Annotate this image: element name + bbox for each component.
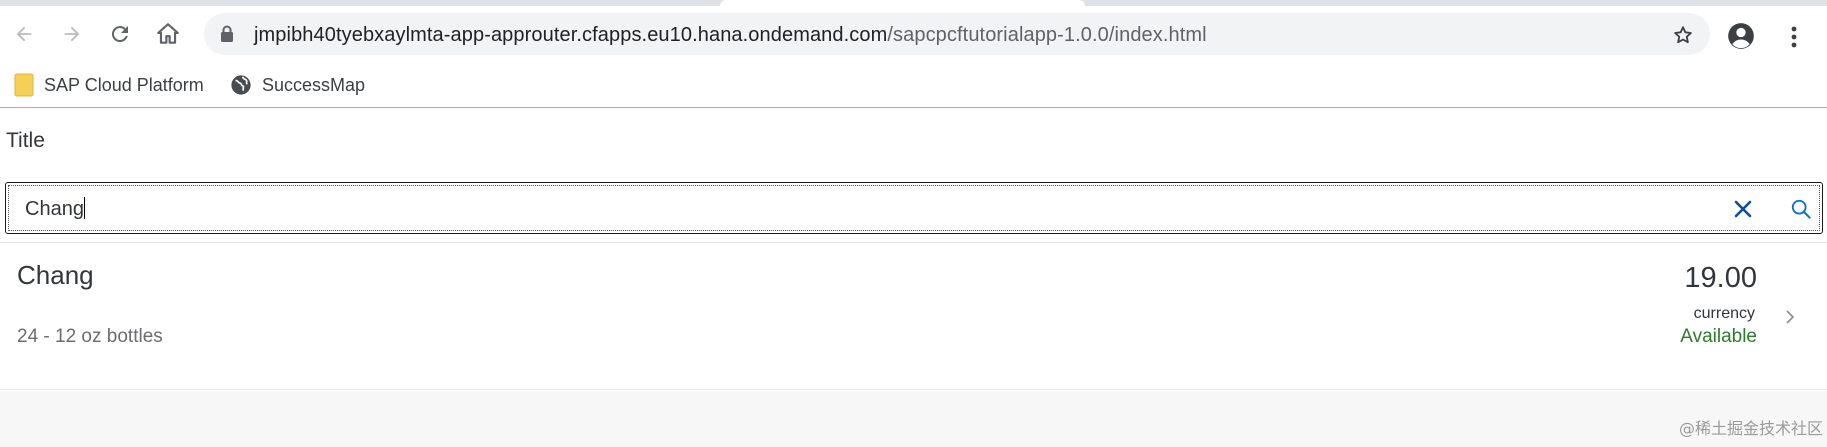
url-text: jmpibh40tyebxaylmta-app-approuter.cfapps… bbox=[254, 24, 1207, 47]
star-icon bbox=[1674, 26, 1692, 44]
lock-icon bbox=[220, 25, 234, 48]
product-price: 19.00 bbox=[1684, 262, 1757, 294]
search-input[interactable]: Chang bbox=[25, 197, 85, 221]
search-icon bbox=[1791, 199, 1811, 219]
address-bar[interactable]: jmpibh40tyebxaylmta-app-approuter.cfapps… bbox=[204, 13, 1710, 55]
url-host: jmpibh40tyebxaylmta-app-approuter.cfapps… bbox=[254, 24, 888, 46]
globe-icon bbox=[231, 75, 251, 95]
list-divider bbox=[0, 242, 1827, 243]
product-name: Chang bbox=[17, 260, 94, 290]
back-icon bbox=[16, 26, 32, 42]
folder-icon bbox=[14, 73, 34, 97]
app-page: Title Chang Chang 24 - 12 oz bottles 19.… bbox=[0, 109, 1827, 447]
product-description: 24 - 12 oz bottles bbox=[17, 326, 163, 347]
profile-button[interactable] bbox=[1727, 22, 1757, 52]
chevron-right-icon bbox=[1781, 306, 1799, 328]
bookmark-successmap[interactable]: SuccessMap bbox=[230, 70, 365, 100]
back-button[interactable] bbox=[8, 18, 40, 50]
bookmark-label: SAP Cloud Platform bbox=[44, 74, 204, 95]
search-value: Chang bbox=[25, 198, 84, 220]
search-field[interactable]: Chang bbox=[5, 182, 1823, 234]
text-caret bbox=[83, 197, 85, 219]
bookmark-sap-cloud-platform[interactable]: SAP Cloud Platform bbox=[14, 70, 204, 100]
bookmarks-bar: SAP Cloud Platform SuccessMap bbox=[0, 62, 1827, 108]
clear-search-button[interactable] bbox=[1729, 195, 1757, 223]
reload-button[interactable] bbox=[104, 18, 136, 50]
price-unit: currency bbox=[1693, 305, 1755, 322]
bookmark-star-button[interactable] bbox=[1670, 22, 1696, 48]
watermark: @稀土掘金技术社区 bbox=[1678, 419, 1823, 438]
list-item[interactable]: Chang 24 - 12 oz bottles 19.00 currency … bbox=[0, 246, 1827, 390]
status-available: Available bbox=[1680, 326, 1757, 347]
page-footer: @稀土掘金技术社区 bbox=[0, 391, 1827, 447]
forward-icon bbox=[64, 26, 80, 42]
profile-icon bbox=[1728, 23, 1754, 49]
browser-toolbar: jmpibh40tyebxaylmta-app-approuter.cfapps… bbox=[0, 6, 1827, 62]
search-button[interactable] bbox=[1786, 195, 1816, 223]
home-button[interactable] bbox=[152, 18, 184, 50]
url-path: /sapcpcftutorialapp-1.0.0/index.html bbox=[887, 24, 1207, 46]
page-title: Title bbox=[6, 129, 45, 152]
menu-icon bbox=[1791, 26, 1797, 48]
home-icon bbox=[157, 23, 179, 44]
reload-icon bbox=[111, 26, 128, 43]
browser-menu-button[interactable] bbox=[1782, 22, 1806, 52]
forward-button[interactable] bbox=[56, 18, 88, 50]
bookmark-label: SuccessMap bbox=[262, 74, 366, 95]
close-icon bbox=[1734, 200, 1752, 218]
